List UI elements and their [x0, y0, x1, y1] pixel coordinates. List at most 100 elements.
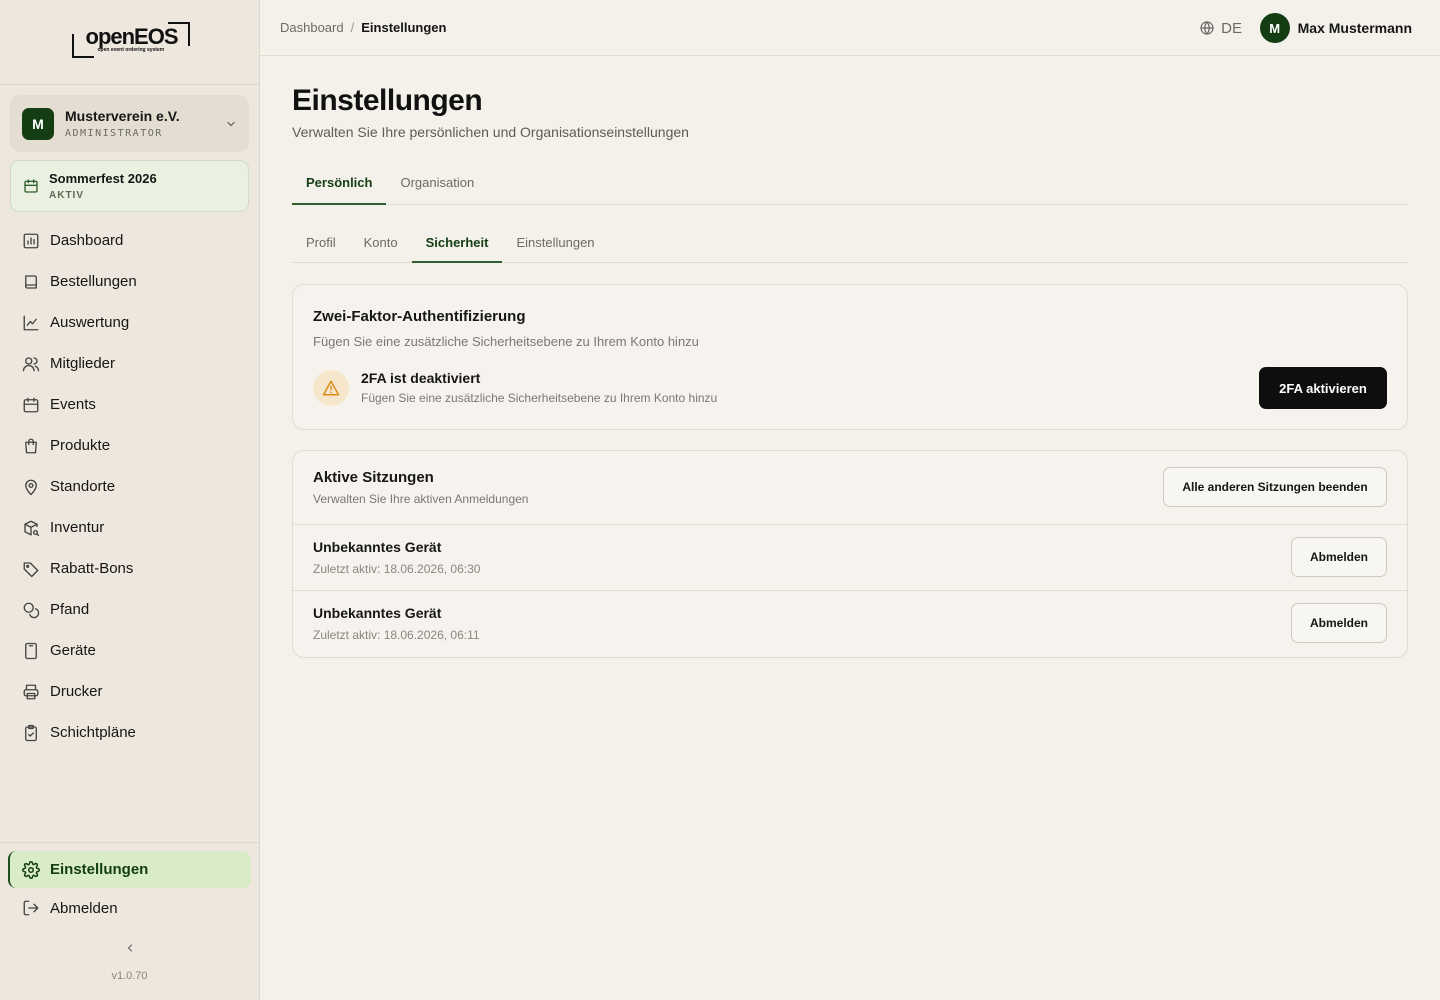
- session-row: Unbekanntes Gerät Zuletzt aktiv: 18.06.2…: [293, 591, 1407, 657]
- two-factor-card: Zwei-Faktor-Authentifizierung Fügen Sie …: [292, 284, 1408, 430]
- event-status: AKTIV: [49, 190, 84, 201]
- organization-avatar: M: [22, 107, 54, 140]
- sidebar-item-standorte[interactable]: Standorte: [10, 466, 250, 507]
- page-subtitle: Verwalten Sie Ihre persönlichen und Orga…: [292, 124, 689, 140]
- sidebar-nav: Dashboard Bestellungen Auswertung Mitgli…: [10, 220, 250, 753]
- sidebar-item-label: Drucker: [50, 683, 103, 700]
- end-all-sessions-button[interactable]: Alle anderen Sitzungen beenden: [1163, 467, 1387, 507]
- openeos-logo[interactable]: openEOS open event ordering system: [70, 22, 190, 62]
- sessions-description: Verwalten Sie Ihre aktiven Anmeldungen: [313, 492, 529, 506]
- tab-organisation[interactable]: Organisation: [386, 165, 488, 205]
- globe-icon: [1200, 21, 1214, 35]
- main-content: Einstellungen Verwalten Sie Ihre persönl…: [292, 56, 1408, 658]
- users-icon: [22, 356, 40, 371]
- coins-icon: [23, 602, 40, 618]
- session-last-active: Zuletzt aktiv: 18.06.2026, 06:11: [313, 628, 480, 642]
- sidebar-item-drucker[interactable]: Drucker: [10, 671, 250, 712]
- session-last-active: Zuletzt aktiv: 18.06.2026, 06:30: [313, 562, 481, 576]
- breadcrumb-separator: /: [350, 20, 355, 35]
- sidebar-item-schichtplaene[interactable]: Schichtpläne: [10, 712, 250, 753]
- tab-profil[interactable]: Profil: [292, 228, 350, 263]
- sidebar-item-label: Mitglieder: [50, 355, 116, 372]
- sidebar-item-produkte[interactable]: Produkte: [10, 425, 250, 466]
- logo-area: openEOS open event ordering system: [0, 0, 259, 85]
- sidebar-item-einstellungen[interactable]: Einstellungen: [8, 851, 251, 888]
- session-logout-button[interactable]: Abmelden: [1291, 537, 1387, 577]
- enable-2fa-button[interactable]: 2FA aktivieren: [1259, 367, 1387, 409]
- sidebar-item-geraete[interactable]: Geräte: [10, 630, 250, 671]
- line-chart-icon: [23, 315, 39, 330]
- chevron-down-icon: [227, 121, 235, 126]
- sidebar-item-label: Inventur: [50, 519, 105, 536]
- sidebar-item-label: Schichtpläne: [50, 724, 136, 741]
- tab-konto[interactable]: Konto: [350, 228, 412, 263]
- tab-einstellungen[interactable]: Einstellungen: [502, 228, 608, 263]
- breadcrumb-dashboard-link[interactable]: Dashboard: [280, 20, 344, 35]
- session-device: Unbekanntes Gerät: [313, 605, 442, 621]
- sidebar: openEOS open event ordering system M Mus…: [0, 0, 260, 1000]
- chart-icon: [23, 233, 39, 248]
- avatar: M: [1259, 13, 1290, 43]
- sidebar-item-label: Produkte: [50, 437, 111, 454]
- language-switcher[interactable]: DE: [1199, 17, 1242, 39]
- main-tabs: Persönlich Organisation: [292, 165, 1408, 205]
- gear-icon: [22, 860, 40, 879]
- sessions-title: Aktive Sitzungen: [313, 469, 434, 486]
- page-title: Einstellungen: [292, 84, 483, 117]
- sidebar-item-label: Standorte: [50, 478, 116, 495]
- sidebar-item-label: Abmelden: [50, 899, 118, 917]
- active-sessions-card: Aktive Sitzungen Verwalten Sie Ihre akti…: [292, 450, 1408, 658]
- language-label: DE: [1221, 19, 1242, 37]
- warning-badge: [313, 370, 349, 406]
- session-device: Unbekanntes Gerät: [313, 539, 442, 555]
- package-search-icon: [24, 520, 40, 536]
- sidebar-item-label: Geräte: [50, 642, 96, 659]
- calendar-icon: [24, 179, 38, 193]
- organization-switcher[interactable]: M Musterverein e.V. ADMINISTRATOR: [10, 95, 249, 152]
- chevron-left-icon: [127, 944, 133, 952]
- sidebar-item-label: Einstellungen: [50, 861, 149, 878]
- sidebar-item-auswertung[interactable]: Auswertung: [10, 302, 250, 343]
- two-factor-title: Zwei-Faktor-Authentifizierung: [313, 308, 526, 325]
- breadcrumb: Dashboard / Einstellungen: [280, 20, 446, 35]
- breadcrumb-current: Einstellungen: [361, 20, 447, 35]
- session-logout-button[interactable]: Abmelden: [1291, 603, 1387, 643]
- tablet-icon: [25, 642, 37, 659]
- tab-sicherheit[interactable]: Sicherheit: [411, 228, 503, 263]
- shopping-bag-icon: [25, 438, 37, 453]
- two-factor-status-description: Fügen Sie eine zusätzliche Sicherheitseb…: [361, 391, 718, 405]
- sidebar-item-label: Events: [50, 396, 96, 413]
- sidebar-item-label: Bestellungen: [50, 273, 137, 290]
- sidebar-item-label: Rabatt-Bons: [50, 560, 134, 577]
- map-pin-icon: [25, 479, 37, 495]
- sub-tabs: Profil Konto Sicherheit Einstellungen: [292, 228, 1408, 263]
- two-factor-status-title: 2FA ist deaktiviert: [361, 370, 481, 386]
- sidebar-item-mitglieder[interactable]: Mitglieder: [10, 343, 250, 384]
- tag-icon: [23, 561, 39, 577]
- sidebar-item-bestellungen[interactable]: Bestellungen: [10, 261, 250, 302]
- sidebar-item-label: Pfand: [50, 601, 90, 618]
- sidebar-item-dashboard[interactable]: Dashboard: [10, 220, 250, 261]
- organization-name: Musterverein e.V.: [65, 108, 180, 124]
- event-switcher[interactable]: Sommerfest 2026 AKTIV: [10, 160, 249, 212]
- logo-corner: [187, 22, 190, 46]
- organization-role: ADMINISTRATOR: [65, 128, 163, 139]
- collapse-sidebar-button[interactable]: [121, 940, 139, 956]
- user-name: Max Mustermann: [1297, 20, 1412, 36]
- calendar-icon: [23, 397, 39, 412]
- sidebar-item-rabatt-bons[interactable]: Rabatt-Bons: [10, 548, 250, 589]
- event-name: Sommerfest 2026: [49, 171, 157, 186]
- sidebar-item-abmelden[interactable]: Abmelden: [10, 890, 250, 926]
- version-label: v1.0.70: [111, 970, 148, 982]
- clipboard-check-icon: [25, 724, 37, 741]
- tab-persoenlich[interactable]: Persönlich: [292, 165, 387, 205]
- user-menu[interactable]: M Max Mustermann: [1259, 13, 1412, 43]
- logo-corner: [71, 56, 94, 58]
- logout-icon: [23, 900, 39, 916]
- sidebar-item-inventur[interactable]: Inventur: [10, 507, 250, 548]
- top-bar: Dashboard / Einstellungen DE M Max Muste…: [260, 0, 1440, 56]
- sidebar-item-events[interactable]: Events: [10, 384, 250, 425]
- sidebar-item-pfand[interactable]: Pfand: [10, 589, 250, 630]
- sidebar-item-label: Dashboard: [50, 232, 124, 249]
- sessions-header: Aktive Sitzungen Verwalten Sie Ihre akti…: [293, 451, 1407, 525]
